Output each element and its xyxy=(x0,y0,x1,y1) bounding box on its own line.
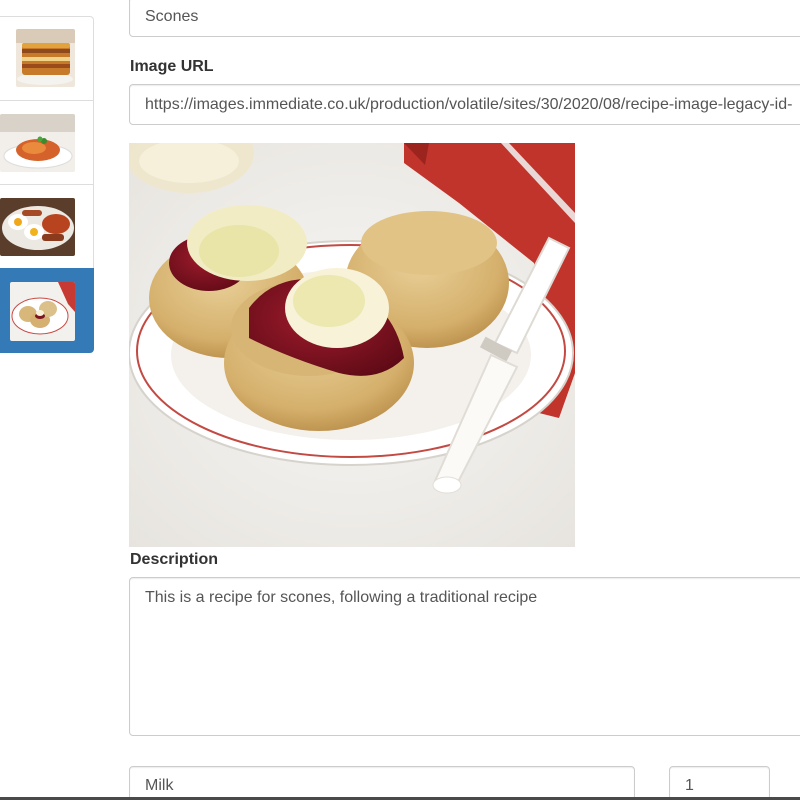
recipe-list-item-lasagna[interactable] xyxy=(0,16,94,101)
recipe-editor-page: Scones Image URL https://images.immediat… xyxy=(0,0,800,800)
image-url-value: https://images.immediate.co.uk/productio… xyxy=(145,95,793,113)
ingredient-amount-value: 1 xyxy=(685,777,694,794)
ingredient-name-value: Milk xyxy=(145,777,174,794)
image-url-input[interactable]: https://images.immediate.co.uk/productio… xyxy=(129,84,800,125)
ingredient-name-input[interactable]: Milk xyxy=(129,766,635,800)
lasagna-thumbnail xyxy=(16,29,75,87)
recipe-list-item-breakfast[interactable] xyxy=(0,184,94,269)
recipe-image-preview xyxy=(129,143,575,547)
spaghetti-thumbnail xyxy=(0,114,75,172)
recipe-list-item-scones[interactable] xyxy=(0,268,94,353)
breakfast-thumbnail xyxy=(0,198,75,256)
description-value: This is a recipe for scones, following a… xyxy=(145,589,538,606)
recipe-list-item-spaghetti[interactable] xyxy=(0,100,94,185)
recipe-name-input[interactable]: Scones xyxy=(129,0,800,37)
scones-thumbnail xyxy=(10,282,75,341)
ingredient-amount-input[interactable]: 1 xyxy=(669,766,770,800)
recipe-name-value: Scones xyxy=(145,8,199,25)
description-textarea[interactable]: This is a recipe for scones, following a… xyxy=(129,577,800,736)
description-label: Description xyxy=(130,551,219,568)
image-url-label: Image URL xyxy=(130,58,214,75)
recipe-list xyxy=(0,16,94,353)
